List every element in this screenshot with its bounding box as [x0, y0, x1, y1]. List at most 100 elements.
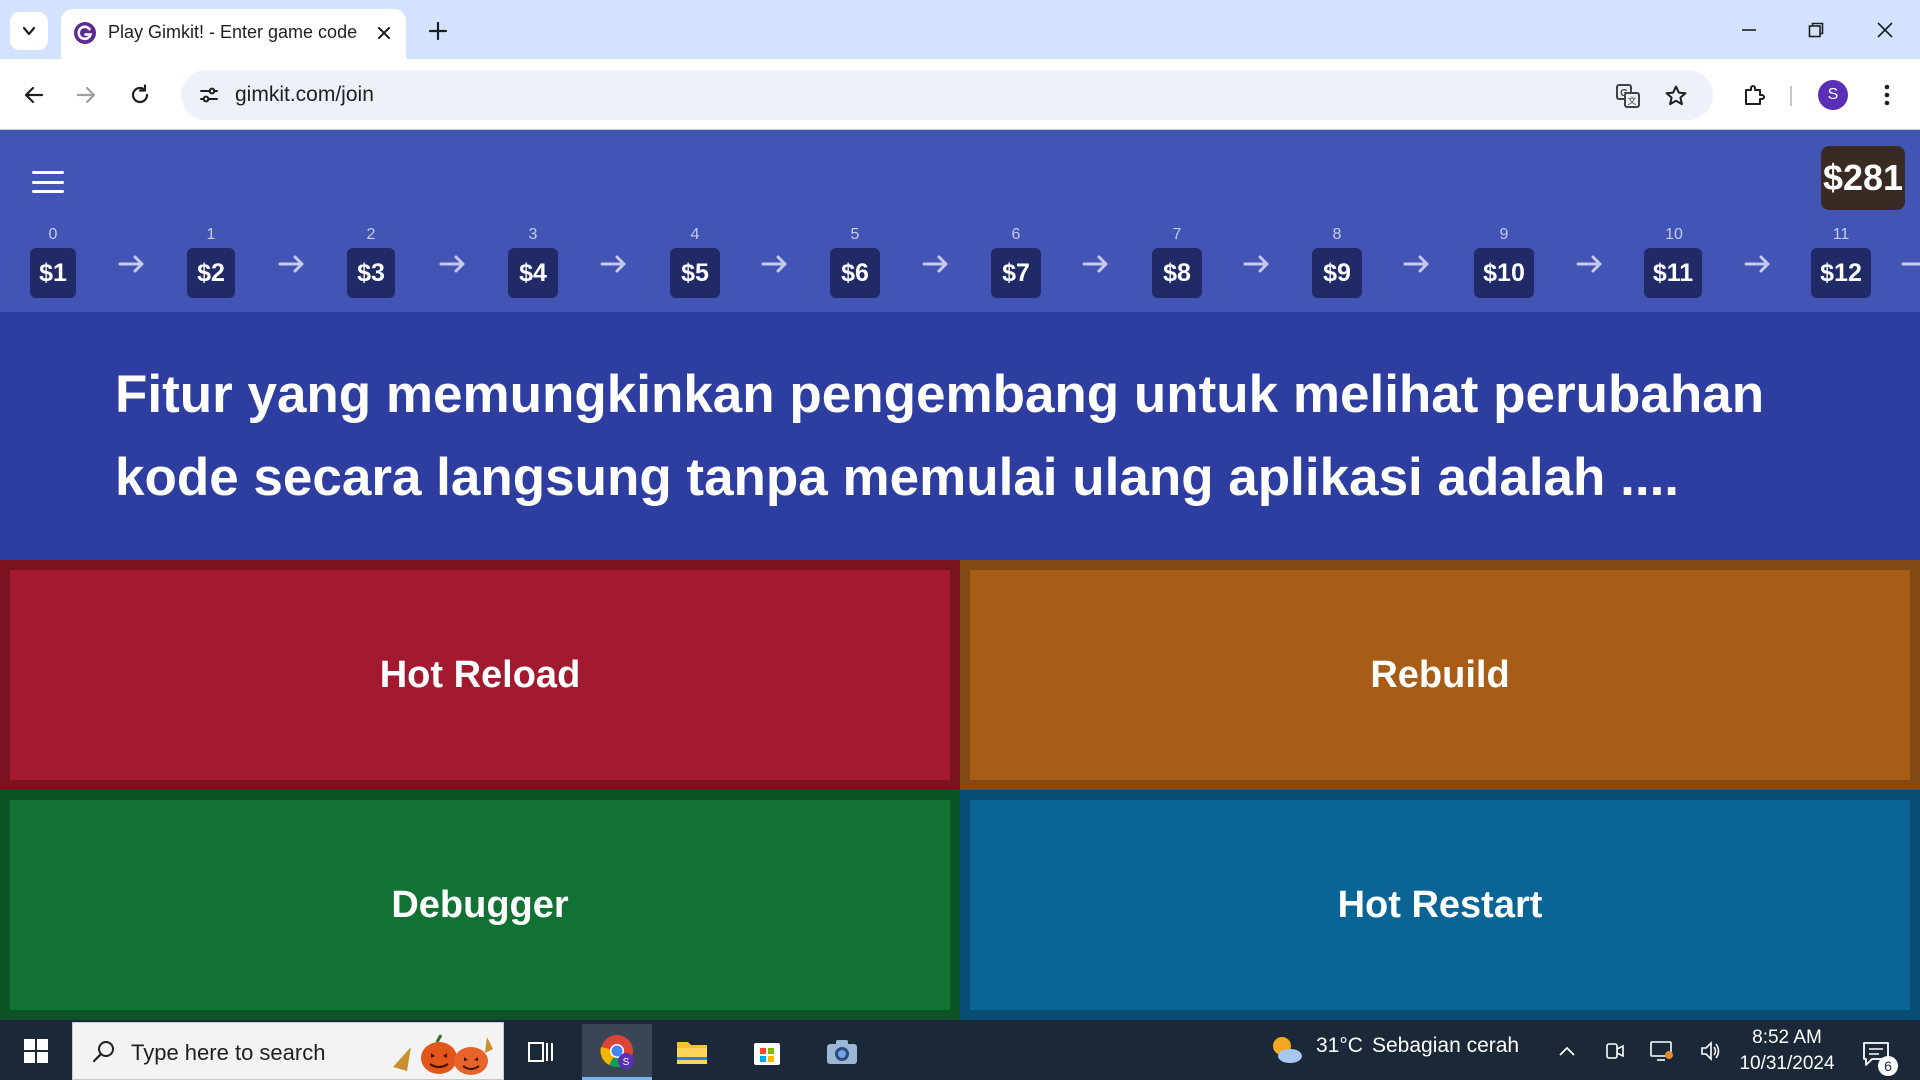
level-price-button[interactable]: $10 — [1474, 248, 1534, 298]
minimize-window-button[interactable] — [1726, 10, 1772, 50]
folder-icon — [677, 1042, 707, 1064]
clock-time: 8:52 AM — [1752, 1027, 1822, 1048]
question-text: Fitur yang memungkinkan pengembang untuk… — [115, 365, 1765, 507]
notifications-button[interactable]: 6 — [1856, 1034, 1898, 1076]
answer-option-3-face[interactable]: Debugger — [10, 800, 950, 1010]
arrow-right-icon — [278, 255, 304, 273]
back-button[interactable] — [14, 75, 54, 115]
browser-tab-strip: Play Gimkit! - Enter game code — [0, 0, 1920, 59]
level-number: 0 — [48, 226, 58, 243]
weather-temperature[interactable]: 31°C — [1316, 1034, 1363, 1058]
new-tab-button[interactable] — [421, 14, 455, 48]
site-info-button[interactable] — [193, 79, 225, 111]
arrow-right-icon — [600, 255, 626, 273]
tune-icon — [200, 87, 218, 103]
arrow-right-icon — [439, 255, 465, 273]
url-text: gimkit.com/join — [235, 83, 374, 106]
restore-window-button[interactable] — [1793, 10, 1839, 50]
level-number: 8 — [1332, 226, 1342, 243]
level-price-button[interactable]: $7 — [991, 248, 1041, 298]
taskbar-store-button[interactable] — [732, 1024, 802, 1080]
clock-date: 10/31/2024 — [1739, 1053, 1835, 1074]
chrome-icon: S — [600, 1034, 634, 1069]
level-price-button[interactable]: $3 — [347, 248, 395, 298]
video-camera-icon — [1606, 1043, 1624, 1059]
restore-icon — [1808, 22, 1824, 38]
level-number: 5 — [850, 226, 860, 243]
weather-description[interactable]: Sebagian cerah — [1372, 1034, 1519, 1058]
close-window-button[interactable] — [1862, 10, 1908, 50]
level-price-button[interactable]: $5 — [670, 248, 720, 298]
arrow-right-icon — [1901, 262, 1920, 266]
answer-label: Debugger — [391, 883, 569, 926]
tab-title: Play Gimkit! - Enter game code — [108, 22, 358, 42]
level-price-button[interactable]: $8 — [1152, 248, 1202, 298]
network-icon — [1650, 1041, 1673, 1061]
answer-option-2-face[interactable]: Rebuild — [970, 570, 1910, 780]
speaker-icon — [1701, 1041, 1720, 1061]
network-button[interactable] — [1647, 1036, 1677, 1066]
gimkit-favicon-icon — [74, 22, 96, 44]
level-price-button[interactable]: $1 — [30, 248, 76, 298]
address-bar[interactable]: gimkit.com/join G 文 — [181, 70, 1713, 120]
arrow-left-icon — [24, 86, 44, 104]
weather-partly-sunny-icon — [1273, 1037, 1302, 1063]
reload-button[interactable] — [120, 75, 160, 115]
arrow-right-icon — [1576, 255, 1602, 273]
level-price-button[interactable]: $2 — [187, 248, 235, 298]
answer-option-4[interactable]: Hot Restart — [960, 790, 1920, 1020]
level-price-button[interactable]: $9 — [1312, 248, 1362, 298]
clock[interactable]: 8:52 AM 10/31/2024 — [1722, 1025, 1852, 1077]
bookmark-star-button[interactable] — [1659, 79, 1693, 113]
meet-now-button[interactable] — [1600, 1036, 1630, 1066]
taskbar-search-box[interactable]: Type here to search — [72, 1022, 504, 1080]
upgrade-bar: $281 0 $1 1 $2 2 $3 3 $4 4 $5 5 $6 6 $7 — [0, 130, 1920, 312]
arrow-right-icon — [118, 255, 144, 273]
level-price-button[interactable]: $4 — [508, 248, 558, 298]
level-number: 7 — [1172, 226, 1182, 243]
start-button[interactable] — [14, 1033, 58, 1069]
extensions-button[interactable] — [1735, 76, 1773, 114]
notification-count-badge: 6 — [1878, 1056, 1898, 1076]
arrow-right-icon — [76, 86, 96, 104]
forward-button[interactable] — [66, 75, 106, 115]
taskbar-camera-button[interactable] — [807, 1024, 877, 1080]
halloween-pumpkins-icon — [393, 1034, 493, 1075]
level-price-button[interactable]: $12 — [1811, 248, 1871, 298]
translate-button[interactable]: G 文 — [1611, 79, 1645, 113]
browser-menu-button[interactable] — [1868, 76, 1906, 114]
plus-icon — [428, 21, 448, 41]
translate-icon: G 文 — [1616, 84, 1640, 108]
menu-icon-line — [32, 190, 64, 193]
level-number: 6 — [1011, 226, 1021, 243]
level-number: 2 — [366, 226, 376, 243]
level-price-button[interactable]: $6 — [830, 248, 880, 298]
menu-button[interactable] — [26, 164, 70, 200]
answer-label: Hot Restart — [1337, 883, 1543, 926]
level-number: 10 — [1665, 226, 1683, 243]
star-icon — [1665, 85, 1687, 106]
answer-option-1-face[interactable]: Hot Reload — [10, 570, 950, 780]
profile-avatar[interactable]: S — [1818, 80, 1848, 110]
task-view-button[interactable] — [506, 1024, 576, 1080]
gimkit-game-page: $281 0 $1 1 $2 2 $3 3 $4 4 $5 5 $6 6 $7 — [0, 130, 1920, 1020]
answer-option-3[interactable]: Debugger — [0, 790, 960, 1020]
arrow-right-icon — [1744, 255, 1770, 273]
menu-icon-line — [32, 180, 64, 184]
browser-tab-active[interactable]: Play Gimkit! - Enter game code — [61, 9, 406, 59]
taskbar-chrome-button[interactable]: S — [582, 1024, 652, 1080]
chevron-down-icon — [22, 26, 36, 36]
svg-text:S: S — [623, 1057, 630, 1068]
arrow-right-icon — [922, 255, 948, 273]
tab-close-button[interactable] — [370, 19, 398, 47]
level-number: 4 — [690, 226, 700, 243]
taskbar-file-explorer-button[interactable] — [657, 1024, 727, 1080]
browser-toolbar: gimkit.com/join G 文 S — [0, 59, 1920, 130]
answer-option-4-face[interactable]: Hot Restart — [970, 800, 1910, 1010]
arrow-right-icon — [1403, 255, 1429, 273]
show-hidden-icons-button[interactable] — [1552, 1036, 1582, 1066]
level-price-button[interactable]: $11 — [1644, 248, 1702, 298]
close-icon — [1877, 22, 1893, 38]
menu-icon-line — [32, 171, 64, 174]
tab-search-button[interactable] — [10, 12, 48, 50]
